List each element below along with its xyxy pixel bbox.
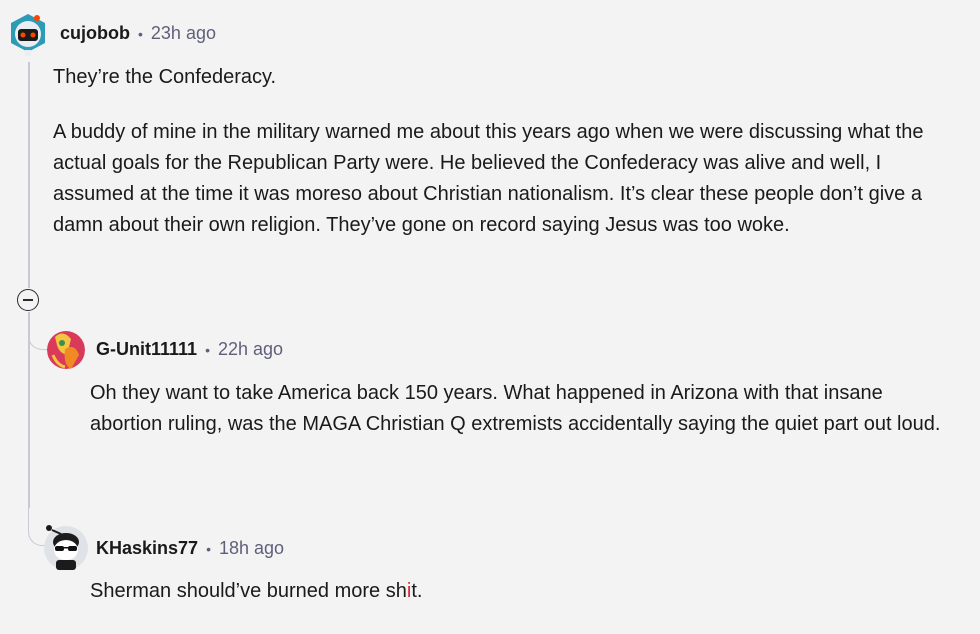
comment-paragraph: They’re the Confederacy. (53, 66, 277, 88)
comment-paragraph: Oh they want to take America back 150 ye… (90, 382, 941, 435)
author-name[interactable]: cujobob (60, 23, 130, 44)
abstract-art-avatar-icon[interactable] (47, 325, 85, 375)
comment-2-header: G-Unit11111 • 22h ago (96, 339, 283, 360)
timestamp[interactable]: 18h ago (219, 538, 284, 559)
comment-text-after: t. (411, 580, 423, 602)
timestamp[interactable]: 23h ago (151, 23, 216, 44)
thread-connector-reply-1 (28, 312, 48, 350)
comment-paragraph: Sherman should’ve burned more shit. (90, 576, 960, 607)
robot-avatar-icon[interactable] (7, 10, 49, 58)
comment-text-before: Sherman should’ve burned more sh (90, 580, 407, 602)
thread-connector-reply-2 (28, 500, 44, 546)
collapse-minus-icon[interactable] (17, 289, 39, 311)
comment-1-header: cujobob • 23h ago (60, 23, 216, 44)
timestamp[interactable]: 22h ago (218, 339, 283, 360)
comment-1-body: They’re the Confederacy. A buddy of mine… (53, 62, 953, 241)
comment-3-header: KHaskins77 • 18h ago (96, 538, 284, 559)
author-name[interactable]: G-Unit11111 (96, 339, 197, 360)
separator-dot: • (138, 25, 143, 42)
thread-line-main (28, 62, 30, 288)
author-name[interactable]: KHaskins77 (96, 538, 198, 559)
separator-dot: • (206, 540, 211, 557)
snoo-sunglasses-avatar-icon[interactable] (43, 520, 89, 572)
comment-paragraph: A buddy of mine in the military warned m… (53, 121, 924, 236)
comment-2-body: Oh they want to take America back 150 ye… (90, 378, 960, 440)
separator-dot: • (205, 341, 210, 358)
comment-3-body: Sherman should’ve burned more shit. (90, 576, 960, 607)
